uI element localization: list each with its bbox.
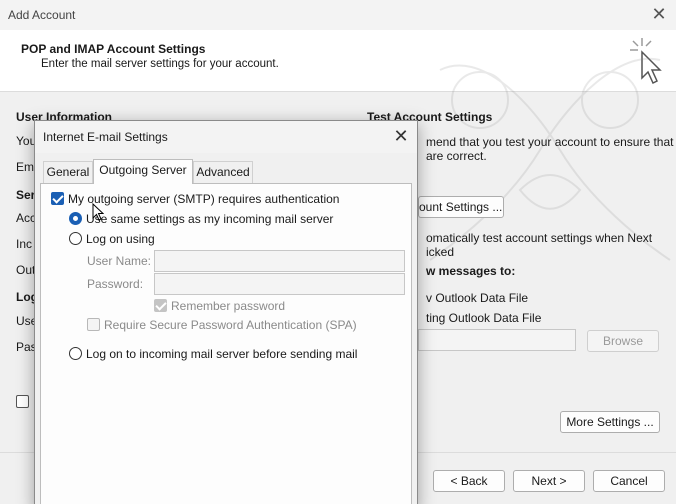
tab-general-label: General (46, 165, 90, 179)
add-account-window: Add Account ✕ POP and IMAP Account Setti… (0, 0, 676, 504)
new-data-file-option[interactable]: v Outlook Data File (426, 291, 528, 305)
back-button[interactable]: < Back (433, 470, 505, 492)
deliver-messages-title: w messages to: (426, 264, 516, 278)
header-title: POP and IMAP Account Settings (21, 42, 206, 56)
window-title: Add Account (8, 8, 76, 22)
next-label: Next > (531, 474, 567, 488)
remember-password-checkbox-outer[interactable] (16, 395, 29, 408)
log-on-using-radio[interactable] (69, 232, 82, 245)
requires-auth-label[interactable]: My outgoing server (SMTP) requires authe… (68, 192, 339, 206)
user-name-field[interactable] (154, 250, 405, 272)
test-description-line2: are correct. (426, 149, 487, 163)
tab-outgoing-server[interactable]: Outgoing Server (93, 159, 193, 184)
cancel-label: Cancel (610, 474, 648, 488)
dialog-close-icon[interactable]: ✕ (391, 125, 411, 147)
password-field[interactable] (154, 273, 405, 295)
log-on-incoming-label[interactable]: Log on to incoming mail server before se… (86, 347, 357, 361)
next-button[interactable]: Next > (513, 470, 585, 492)
spa-checkbox[interactable] (87, 318, 100, 331)
outgoing-server-label: Out (16, 263, 36, 277)
use-same-settings-label[interactable]: Use same settings as my incoming mail se… (86, 212, 333, 226)
dialog-titlebar: Internet E-mail Settings ✕ (35, 121, 417, 153)
window-titlebar: Add Account ✕ (0, 0, 676, 30)
window-close-icon[interactable]: ✕ (650, 4, 668, 24)
user-name-label: User Name: (87, 254, 152, 268)
test-account-settings-label: ount Settings ... (419, 200, 503, 214)
back-label: < Back (450, 474, 488, 488)
test-account-settings-button[interactable]: ount Settings ... (418, 196, 504, 218)
header-subtitle: Enter the mail server settings for your … (41, 58, 279, 70)
remember-password-checkbox[interactable] (154, 299, 167, 312)
auto-test-line2: icked (426, 245, 455, 259)
log-on-incoming-radio[interactable] (69, 347, 82, 360)
outgoing-server-panel: My outgoing server (SMTP) requires authe… (40, 183, 412, 504)
account-type-label: Acc (16, 211, 37, 225)
remember-password-label: Remember password (171, 299, 286, 313)
data-file-path-field[interactable] (418, 329, 576, 351)
mouse-pointer-icon (92, 203, 104, 221)
auto-test-line1: omatically test account settings when Ne… (426, 231, 653, 245)
tab-general[interactable]: General (43, 161, 93, 183)
use-same-settings-radio[interactable] (69, 212, 82, 225)
spa-label: Require Secure Password Authentication (… (104, 318, 357, 332)
tab-advanced[interactable]: Advanced (193, 161, 253, 183)
password-label: Password: (87, 277, 144, 291)
more-settings-button[interactable]: More Settings ... (560, 411, 660, 433)
tab-advanced-label: Advanced (196, 165, 250, 179)
tab-outgoing-server-label: Outgoing Server (99, 163, 187, 177)
internet-email-settings-dialog: Internet E-mail Settings ✕ General Outgo… (34, 120, 418, 504)
cancel-button[interactable]: Cancel (593, 470, 665, 492)
browse-button[interactable]: Browse (587, 330, 659, 352)
browse-label: Browse (602, 334, 643, 348)
dialog-title: Internet E-mail Settings (43, 130, 168, 144)
test-description-line1: mend that you test your account to ensur… (426, 135, 674, 149)
more-settings-label: More Settings ... (566, 415, 654, 429)
log-on-using-label[interactable]: Log on using (86, 232, 155, 246)
existing-data-file-option[interactable]: ting Outlook Data File (426, 311, 541, 325)
incoming-server-label: Inc (16, 237, 33, 251)
requires-auth-checkbox[interactable] (51, 192, 64, 205)
